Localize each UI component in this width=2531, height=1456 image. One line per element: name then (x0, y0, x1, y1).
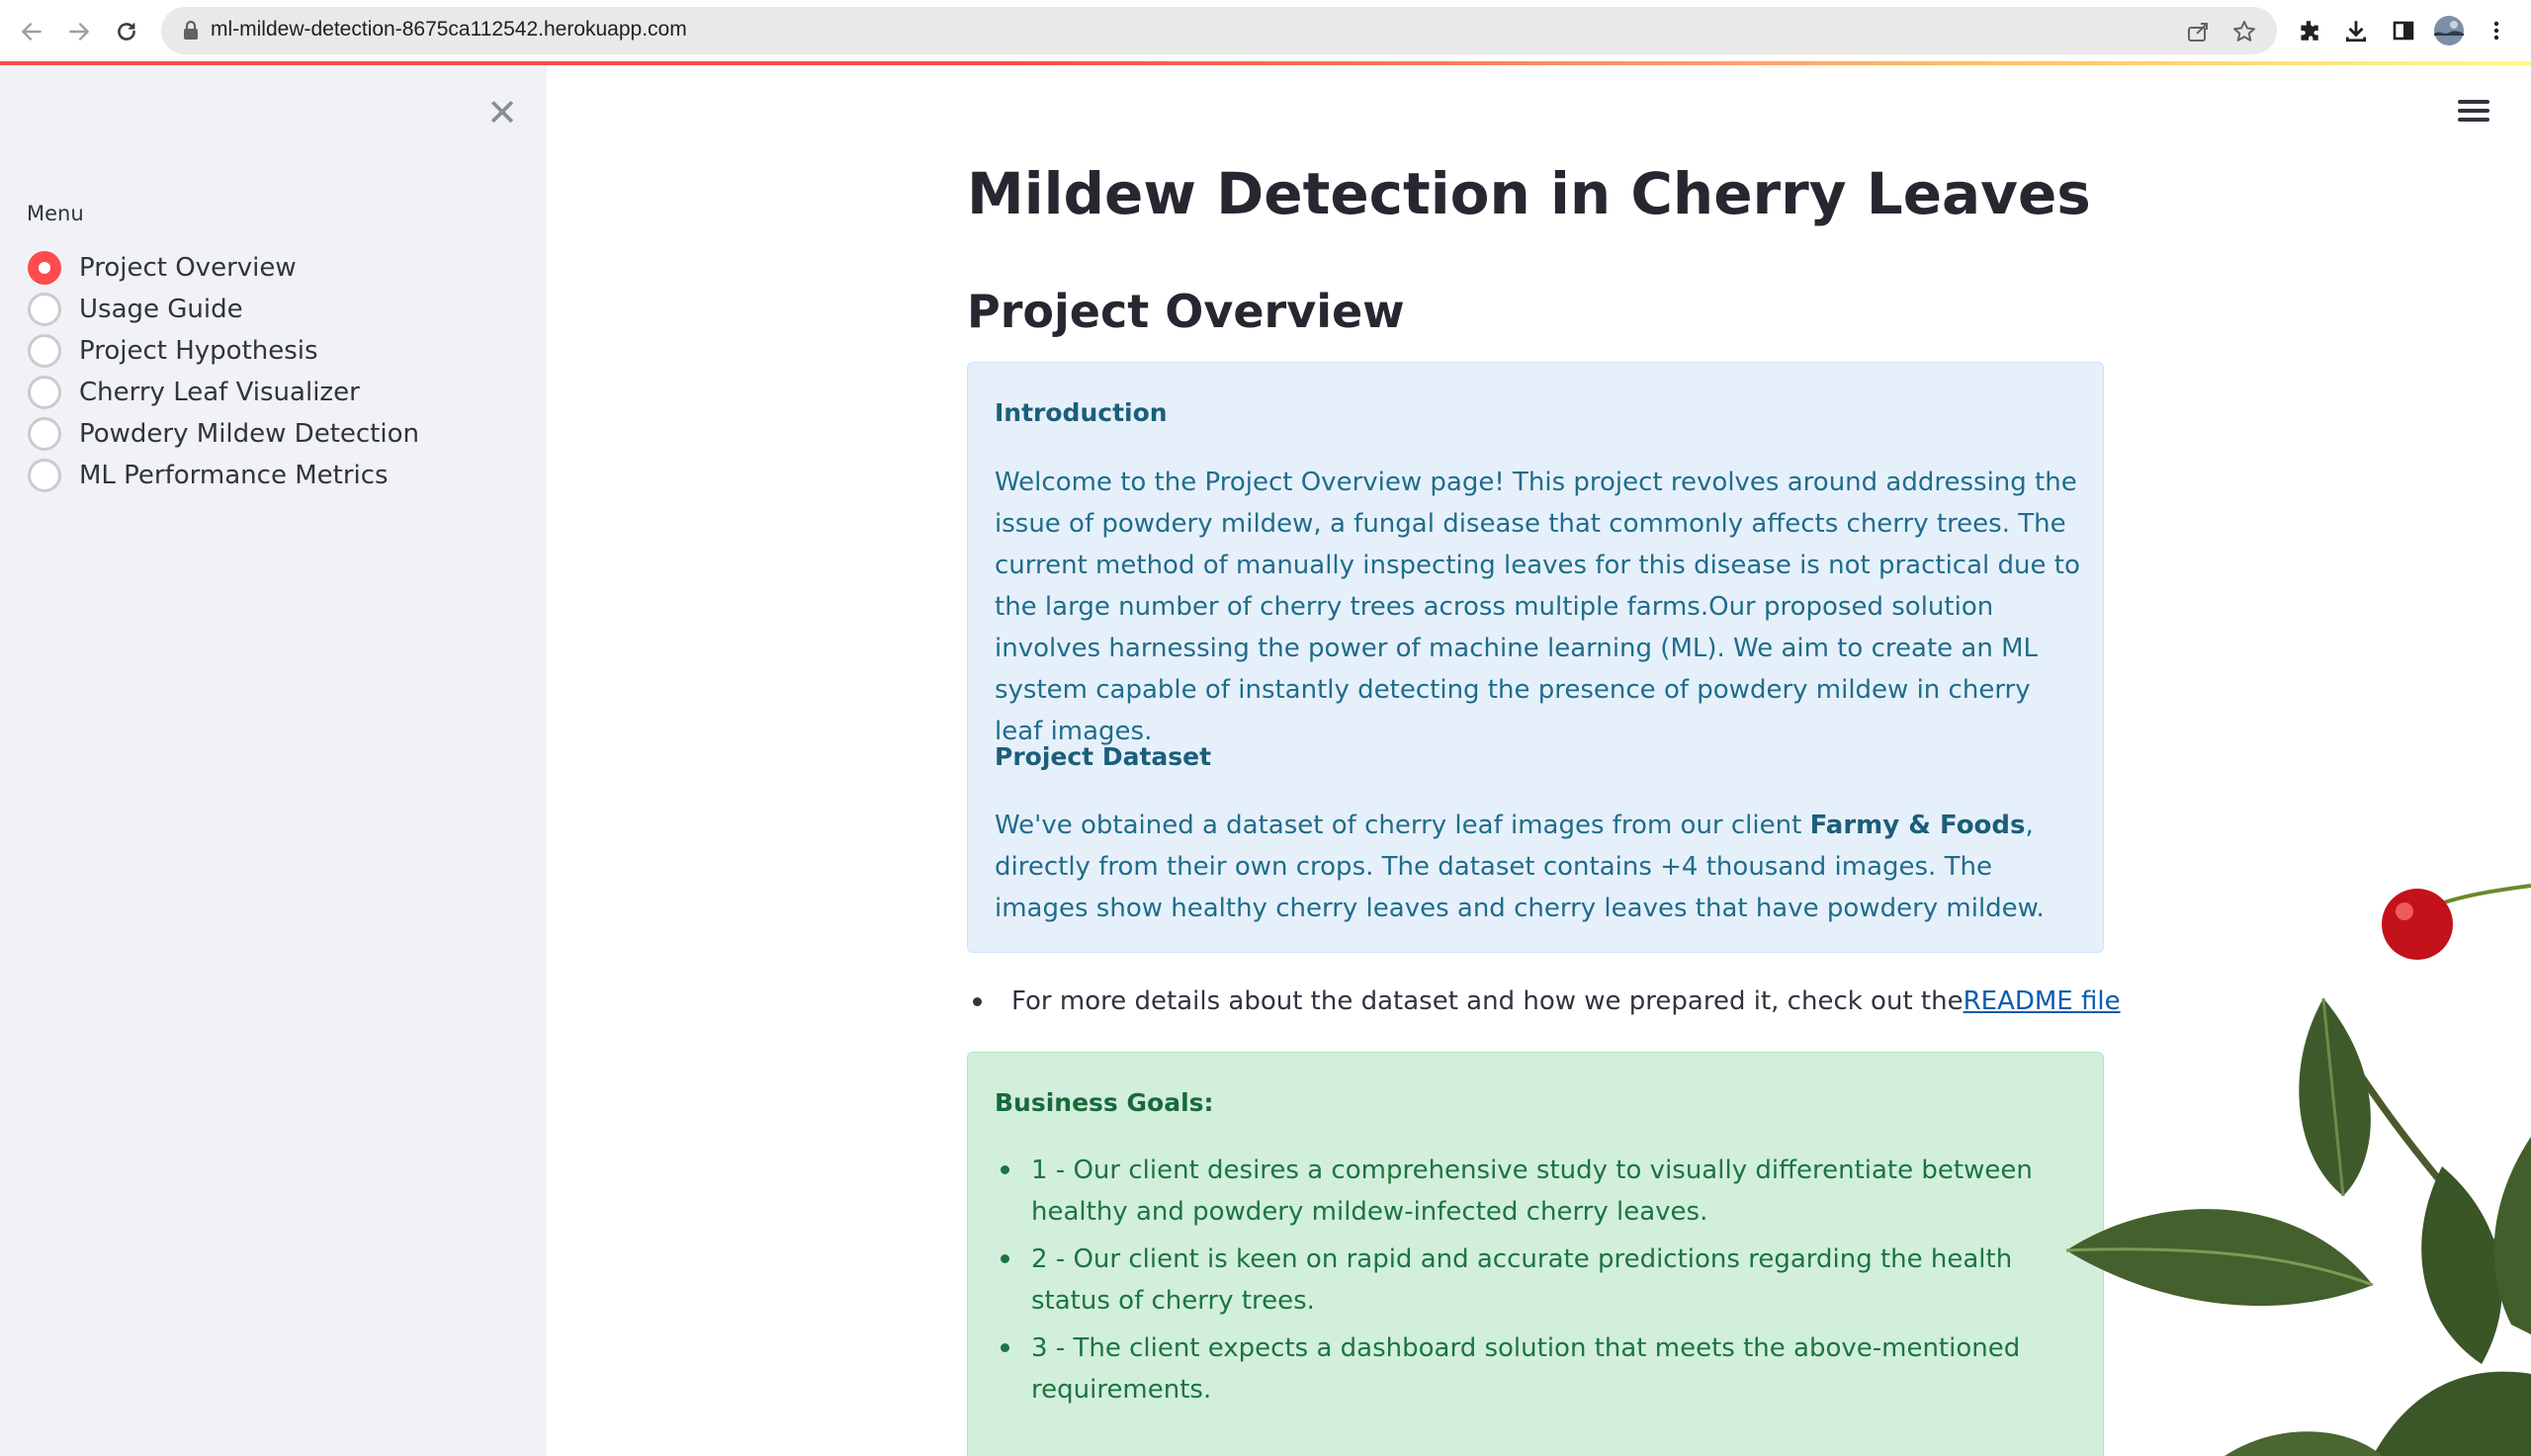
bullet-icon (1001, 1343, 1009, 1352)
radio-icon[interactable] (28, 376, 61, 409)
menu-item-label: Usage Guide (79, 295, 243, 324)
profile-avatar[interactable] (2434, 16, 2464, 45)
business-goals-heading: Business Goals: (995, 1088, 1214, 1117)
arrow-left-icon (22, 23, 42, 41)
list-item: 3 - The client expects a dashboard solut… (995, 1328, 2072, 1411)
reload-icon (118, 23, 135, 41)
cherry-leaves-image (2065, 884, 2531, 1456)
radio-icon[interactable] (28, 334, 61, 368)
download-icon[interactable] (2341, 16, 2371, 45)
bullet-icon (1001, 1165, 1009, 1174)
address-bar[interactable]: ml-mildew-detection-8675ca112542.herokua… (161, 7, 2277, 54)
main-menu-icon[interactable] (2456, 95, 2491, 130)
introduction-text: Welcome to the Project Overview page! Th… (995, 468, 2080, 746)
info-alert: Introduction Welcome to the Project Over… (967, 362, 2104, 953)
radio-icon[interactable] (28, 459, 61, 492)
radio-icon[interactable] (28, 417, 61, 451)
menu-label: Menu (27, 202, 84, 225)
menu-item-project-hypothesis[interactable]: Project Hypothesis (28, 330, 419, 372)
menu-item-powdery-mildew-detection[interactable]: Powdery Mildew Detection (28, 413, 419, 455)
close-sidebar-icon[interactable]: ✕ (482, 91, 522, 134)
url-text: ml-mildew-detection-8675ca112542.herokua… (211, 18, 687, 41)
radio-selected-icon[interactable] (28, 251, 61, 285)
arrow-right-icon (69, 23, 89, 41)
menu-item-usage-guide[interactable]: Usage Guide (28, 289, 419, 330)
lock-icon (184, 20, 198, 40)
menu-item-label: Cherry Leaf Visualizer (79, 378, 360, 407)
page-title: Mildew Detection in Cherry Leaves (967, 160, 2091, 227)
sidebar: ✕ Menu Project Overview Usage Guide Proj… (0, 65, 547, 1456)
forward-button[interactable] (59, 12, 99, 51)
menu-item-ml-performance-metrics[interactable]: ML Performance Metrics (28, 455, 419, 496)
dataset-text-part: We've obtained a dataset of cherry leaf … (995, 811, 1810, 840)
introduction-heading: Introduction (995, 398, 1168, 427)
bullet-icon (973, 996, 982, 1006)
page-subtitle: Project Overview (967, 285, 1405, 338)
readme-bullet: For more details about the dataset and h… (967, 986, 2121, 1016)
menu-item-label: Project Overview (79, 253, 297, 283)
menu-item-label: ML Performance Metrics (79, 461, 389, 490)
success-alert: Business Goals: 1 - Our client desires a… (967, 1052, 2104, 1456)
client-name: Farmy & Foods (1809, 811, 2026, 840)
menu-item-label: Project Hypothesis (79, 336, 318, 366)
star-icon[interactable] (2231, 19, 2257, 44)
goal-text: 1 - Our client desires a comprehensive s… (1031, 1156, 2033, 1227)
list-item: 1 - Our client desires a comprehensive s… (995, 1150, 2072, 1233)
side-panel-icon[interactable] (2389, 16, 2418, 45)
menu-item-project-overview[interactable]: Project Overview (28, 247, 419, 289)
share-icon[interactable] (2186, 19, 2212, 44)
goal-text: 2 - Our client is keen on rapid and accu… (1031, 1244, 2013, 1316)
list-item: 2 - Our client is keen on rapid and accu… (995, 1239, 2072, 1322)
menu-item-label: Powdery Mildew Detection (79, 419, 419, 449)
browser-toolbar: ml-mildew-detection-8675ca112542.herokua… (0, 0, 2531, 61)
readme-text: For more details about the dataset and h… (1011, 986, 1964, 1016)
extensions-icon[interactable] (2294, 16, 2323, 45)
more-menu-icon[interactable] (2482, 16, 2511, 45)
reload-button[interactable] (107, 12, 146, 51)
menu-radio-group: Project Overview Usage Guide Project Hyp… (28, 247, 419, 496)
business-goals-list: 1 - Our client desires a comprehensive s… (995, 1150, 2072, 1416)
bullet-icon (1001, 1254, 1009, 1263)
dataset-heading: Project Dataset (995, 742, 1212, 771)
dataset-text: We've obtained a dataset of cherry leaf … (995, 805, 2082, 929)
menu-item-cherry-leaf-visualizer[interactable]: Cherry Leaf Visualizer (28, 372, 419, 413)
goal-text: 3 - The client expects a dashboard solut… (1031, 1333, 2021, 1405)
radio-icon[interactable] (28, 293, 61, 326)
back-button[interactable] (12, 12, 51, 51)
